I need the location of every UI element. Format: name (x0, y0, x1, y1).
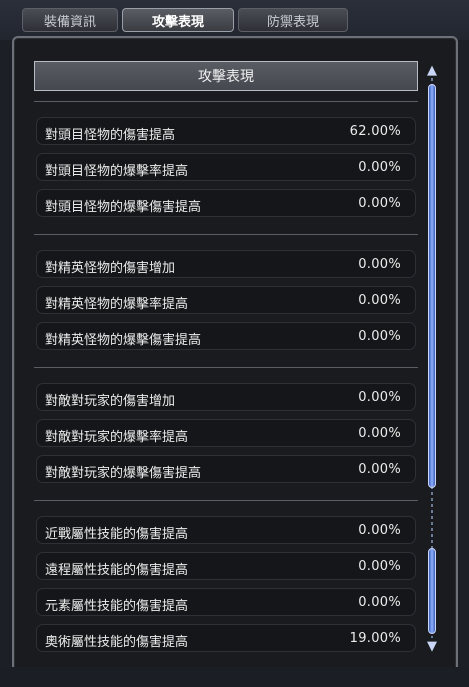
stat-value: 0.00% (358, 390, 401, 405)
stat-value: 0.00% (358, 196, 401, 211)
stat-value: 0.00% (358, 523, 401, 538)
stat-value: 0.00% (358, 462, 401, 477)
scroll-up-arrow-icon[interactable]: ▲ (422, 60, 442, 80)
stat-label: 對頭目怪物的爆擊率提高 (45, 164, 189, 179)
scrollbar-thumb[interactable] (428, 84, 436, 488)
scroll-down-arrow-icon[interactable]: ▼ (422, 636, 442, 656)
tab-defense-performance[interactable]: 防禦表現 (238, 8, 348, 32)
tab-attack-performance[interactable]: 攻擊表現 (122, 8, 234, 32)
stat-label: 對精英怪物的爆擊傷害提高 (45, 333, 202, 348)
stat-label: 對敵對玩家的爆擊率提高 (45, 430, 189, 445)
divider (34, 367, 418, 368)
stat-label: 奧術屬性技能的傷害提高 (45, 635, 189, 650)
stat-row: 對頭目怪物的爆擊率提高 0.00% (36, 153, 416, 181)
scrollbar[interactable] (428, 78, 436, 638)
stat-label: 近戰屬性技能的傷害提高 (45, 527, 189, 542)
stats-panel: 攻擊表現 對頭目怪物的傷害提高 62.00% 對頭目怪物的爆擊率提高 0.00%… (12, 36, 458, 682)
divider (34, 500, 418, 501)
stat-value: 0.00% (358, 329, 401, 344)
stat-row: 對敵對玩家的傷害增加 0.00% (36, 383, 416, 411)
stat-label: 對精英怪物的傷害增加 (45, 261, 176, 276)
background-footer (0, 667, 469, 687)
stat-value: 19.00% (349, 631, 401, 646)
stat-value: 0.00% (358, 559, 401, 574)
stat-value: 0.00% (358, 160, 401, 175)
divider (34, 101, 418, 102)
stat-label: 對精英怪物的爆擊率提高 (45, 297, 189, 312)
stat-label: 遠程屬性技能的傷害提高 (45, 563, 189, 578)
stat-label: 對頭目怪物的爆擊傷害提高 (45, 200, 202, 215)
stat-row: 遠程屬性技能的傷害提高 0.00% (36, 552, 416, 580)
stat-row: 對敵對玩家的爆擊傷害提高 0.00% (36, 455, 416, 483)
stat-value: 0.00% (358, 426, 401, 441)
stat-row: 對敵對玩家的爆擊率提高 0.00% (36, 419, 416, 447)
stat-row: 對精英怪物的傷害增加 0.00% (36, 250, 416, 278)
stat-row: 對精英怪物的爆擊傷害提高 0.00% (36, 322, 416, 350)
scrollbar-thumb-lower[interactable] (428, 548, 436, 634)
stat-row: 對頭目怪物的傷害提高 62.00% (36, 117, 416, 145)
stat-row: 對精英怪物的爆擊率提高 0.00% (36, 286, 416, 314)
stat-label: 對敵對玩家的傷害增加 (45, 394, 176, 409)
stat-row: 奧術屬性技能的傷害提高 19.00% (36, 624, 416, 652)
stat-label: 元素屬性技能的傷害提高 (45, 599, 189, 614)
stat-value: 62.00% (349, 124, 401, 139)
stat-value: 0.00% (358, 293, 401, 308)
panel-header: 攻擊表現 (34, 61, 418, 91)
tab-equipment-info[interactable]: 裝備資訊 (22, 8, 118, 32)
stat-label: 對敵對玩家的爆擊傷害提高 (45, 466, 202, 481)
stat-value: 0.00% (358, 257, 401, 272)
stat-value: 0.00% (358, 595, 401, 610)
stat-row: 對頭目怪物的爆擊傷害提高 0.00% (36, 189, 416, 217)
stat-label: 對頭目怪物的傷害提高 (45, 128, 176, 143)
divider (34, 234, 418, 235)
stat-row: 近戰屬性技能的傷害提高 0.00% (36, 516, 416, 544)
stat-row: 元素屬性技能的傷害提高 0.00% (36, 588, 416, 616)
